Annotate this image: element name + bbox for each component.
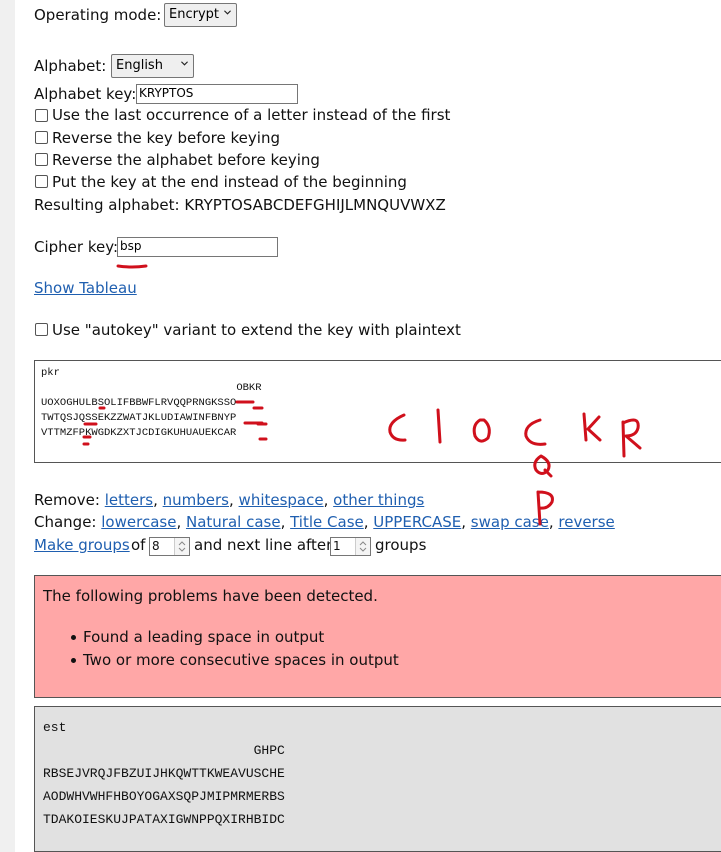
title-case-link[interactable]: Title Case: [290, 513, 364, 531]
cipher-key-label: Cipher key:: [34, 238, 119, 256]
bullet-icon: [71, 635, 76, 640]
remove-label: Remove:: [34, 491, 100, 509]
remove-row: Remove: letters, numbers, whitespace, ot…: [34, 491, 425, 509]
remove-whitespace-link[interactable]: whitespace: [239, 491, 324, 509]
alphabet-value: English: [116, 58, 163, 73]
operating-mode-label: Operating mode:: [34, 6, 162, 24]
operating-mode-select[interactable]: Encrypt: [164, 3, 237, 27]
input-line: OBKR: [41, 382, 262, 394]
change-label: Change:: [34, 513, 97, 531]
reverse-alphabet-checkbox[interactable]: [35, 153, 48, 166]
groups-per-line-value: 1: [333, 539, 341, 553]
groups-label: groups: [375, 536, 427, 554]
group-size-value: 8: [152, 539, 160, 553]
group-size-input[interactable]: 8: [149, 537, 190, 556]
underline-mark: [116, 264, 148, 269]
remove-letters-link[interactable]: letters: [105, 491, 153, 509]
problems-heading: The following problems have been detecte…: [43, 587, 378, 605]
left-margin-strip: [0, 0, 15, 852]
swap-case-link[interactable]: swap case: [471, 513, 549, 531]
input-textarea[interactable]: pkr OBKR UOXOGHULBSOLIFBBWFLRVQQPRNGKSSO…: [34, 360, 721, 463]
autokey-label: Use "autokey" variant to extend the key …: [52, 321, 461, 339]
uppercase-link[interactable]: UPPERCASE: [373, 513, 461, 531]
alphabet-select[interactable]: English: [111, 54, 194, 78]
show-tableau-link[interactable]: Show Tableau: [34, 279, 137, 297]
problem-item: Found a leading space in output: [83, 628, 325, 646]
lowercase-link[interactable]: lowercase: [101, 513, 176, 531]
reverse-key-checkbox[interactable]: [35, 131, 48, 144]
input-line: TWTQSJQSSEKZZWATJKLUDIAWINFBNYP: [41, 412, 237, 424]
output-line: GHPC: [43, 743, 285, 758]
bullet-icon: [71, 658, 76, 663]
output-line: TDAKOIESKUJPATAXIGWNPPQXIRHBIDC: [43, 812, 285, 827]
key-at-end-label: Put the key at the end instead of the be…: [52, 173, 407, 191]
output-line: AODWHVWHFHBOYOGAXSQPJMIPMRMERBS: [43, 789, 285, 804]
reverse-alphabet-label: Reverse the alphabet before keying: [52, 151, 320, 169]
alphabet-label: Alphabet:: [34, 57, 107, 75]
input-line: pkr: [41, 367, 60, 379]
output-line: RBSEJVRQJFBZUIJHKQWTTKWEAVUSCHE: [43, 766, 285, 781]
alphabet-key-label: Alphabet key:: [34, 85, 137, 103]
problem-item: Two or more consecutive spaces in output: [83, 651, 399, 669]
make-groups-link[interactable]: Make groups: [34, 536, 130, 554]
chevron-down-icon: [224, 10, 231, 15]
reverse-key-label: Reverse the key before keying: [52, 129, 280, 147]
of-label: of: [131, 536, 146, 554]
key-at-end-checkbox[interactable]: [35, 175, 48, 188]
resulting-alphabet: Resulting alphabet: KRYPTOSABCDEFGHIJLMN…: [34, 196, 446, 214]
input-line: UOXOGHULBSOLIFBBWFLRVQQPRNGKSSO: [41, 397, 237, 409]
last-occurrence-label: Use the last occurrence of a letter inst…: [52, 106, 451, 124]
cipher-key-input[interactable]: bsp: [117, 237, 278, 257]
input-line: VTTMZFPKWGDKZXTJCDIGKUHUAUEKCAR: [41, 427, 237, 439]
spinner-arrows-icon[interactable]: [174, 538, 189, 555]
last-occurrence-checkbox[interactable]: [35, 109, 48, 122]
next-line-label: and next line after: [194, 536, 333, 554]
change-row: Change: lowercase, Natural case, Title C…: [34, 513, 615, 531]
remove-numbers-link[interactable]: numbers: [163, 491, 229, 509]
output-line: est: [43, 720, 67, 735]
alphabet-key-input[interactable]: KRYPTOS: [136, 84, 298, 104]
autokey-checkbox[interactable]: [35, 323, 48, 336]
output-box[interactable]: est GHPC RBSEJVRQJFBZUIJHKQWTTKWEAVUSCHE…: [34, 706, 721, 852]
natural-case-link[interactable]: Natural case: [186, 513, 281, 531]
reverse-link[interactable]: reverse: [558, 513, 614, 531]
chevron-down-icon: [181, 61, 188, 66]
problems-box: The following problems have been detecte…: [34, 575, 721, 698]
groups-per-line-input[interactable]: 1: [330, 537, 371, 556]
operating-mode-value: Encrypt: [169, 7, 219, 22]
spinner-arrows-icon[interactable]: [355, 538, 370, 555]
remove-other-things-link[interactable]: other things: [333, 491, 424, 509]
